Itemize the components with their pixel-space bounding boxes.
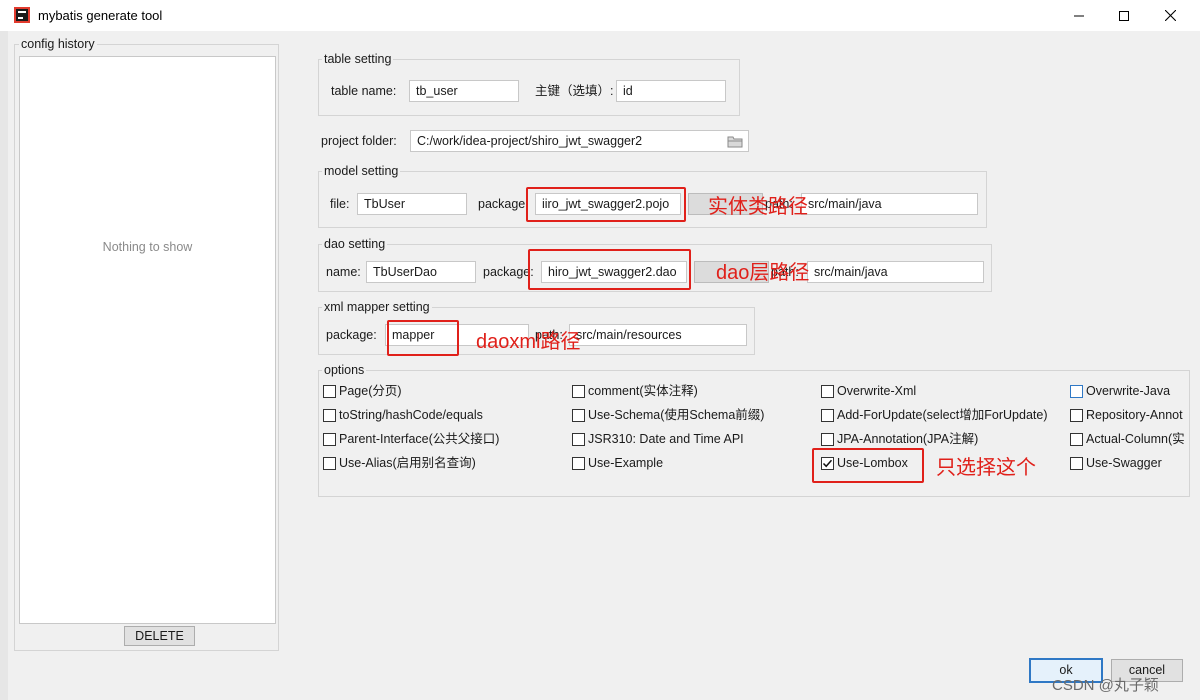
minimize-button[interactable] (1056, 0, 1102, 31)
checkbox-overwrite-java[interactable] (1070, 385, 1083, 398)
xml-package-label: package: (326, 328, 377, 342)
maximize-button[interactable] (1101, 0, 1147, 31)
minimize-icon (1074, 15, 1084, 16)
option-label: JSR310: Date and Time API (588, 432, 744, 446)
model-file-label: file: (330, 197, 350, 211)
option-label: Use-Swagger (1086, 456, 1162, 470)
checkbox-comment[interactable] (572, 385, 585, 398)
primary-key-label: 主键（选填）: (535, 84, 614, 98)
checkbox-add-forupdate[interactable] (821, 409, 834, 422)
checkbox-page[interactable] (323, 385, 336, 398)
annotation-box-model-package (526, 187, 686, 222)
annotation-box-dao-package (528, 249, 691, 290)
model-path-input[interactable]: src/main/java (801, 193, 978, 215)
config-history-list[interactable] (19, 56, 276, 624)
folder-open-icon[interactable] (727, 134, 743, 148)
checkbox-jsr310[interactable] (572, 433, 585, 446)
checkbox-parent-interface[interactable] (323, 433, 336, 446)
option-label: Parent-Interface(公共父接口) (339, 432, 500, 446)
maximize-icon (1119, 10, 1129, 21)
checkbox-use-alias[interactable] (323, 457, 336, 470)
option-label: Add-ForUpdate(select增加ForUpdate) (837, 408, 1048, 422)
dao-path-input[interactable]: src/main/java (807, 261, 984, 283)
checkbox-jpa-annotation[interactable] (821, 433, 834, 446)
project-folder-label: project folder: (321, 134, 397, 148)
option-label: Use-Example (588, 456, 664, 470)
checkbox-overwrite-xml[interactable] (821, 385, 834, 398)
table-name-label: table name: (331, 84, 397, 98)
empty-list-text: Nothing to show (102, 240, 193, 254)
background-window-edge (0, 31, 8, 700)
annotation-dao-path: dao层路径 (716, 262, 810, 284)
xml-mapper-setting-legend: xml mapper setting (322, 300, 432, 314)
config-history-legend: config history (19, 37, 97, 51)
option-label: toString/hashCode/equals (339, 408, 483, 422)
window-title: mybatis generate tool (38, 8, 163, 23)
primary-key-input[interactable]: id (616, 80, 726, 102)
checkbox-use-example[interactable] (572, 457, 585, 470)
option-label: Repository-Annot (1086, 408, 1183, 422)
model-setting-legend: model setting (322, 164, 401, 178)
option-label: Use-Schema(使用Schema前缀) (588, 408, 765, 422)
title-bar (0, 0, 1200, 31)
annotation-box-xml-package (387, 320, 459, 356)
checkbox-use-schema[interactable] (572, 409, 585, 422)
option-label: comment(实体注释) (588, 384, 698, 398)
checkbox-actual-column[interactable] (1070, 433, 1083, 446)
dao-package-label: package: (483, 265, 534, 279)
table-setting-legend: table setting (322, 52, 394, 66)
checkbox-tostring[interactable] (323, 409, 336, 422)
option-label: Actual-Column(实 (1086, 432, 1185, 446)
model-file-input[interactable]: TbUser (357, 193, 467, 215)
option-label: Overwrite-Xml (837, 384, 917, 398)
options-legend: options (322, 363, 367, 377)
option-label: JPA-Annotation(JPA注解) (837, 432, 979, 446)
close-icon (1164, 10, 1176, 21)
dao-name-label: name: (326, 265, 361, 279)
annotation-only-select: 只选择这个 (936, 457, 1036, 479)
option-label: Page(分页) (339, 384, 402, 398)
app-logo-icon (14, 7, 30, 23)
checkbox-use-swagger[interactable] (1070, 457, 1083, 470)
annotation-entity-path: 实体类路径 (708, 196, 808, 218)
annotation-daoxml-path: daoxml路径 (476, 331, 581, 353)
dao-name-input[interactable]: TbUserDao (366, 261, 476, 283)
delete-button[interactable]: DELETE (124, 626, 195, 646)
annotation-box-use-lombok (812, 448, 924, 483)
option-label: Overwrite-Java (1086, 384, 1171, 398)
watermark: CSDN @丸子颖 (1052, 677, 1159, 694)
model-package-label: package: (478, 197, 529, 211)
close-button[interactable] (1147, 0, 1193, 31)
xml-path-input[interactable]: src/main/resources (569, 324, 747, 346)
project-folder-input[interactable]: C:/work/idea-project/shiro_jwt_swagger2 (410, 130, 749, 152)
checkbox-repository-annotation[interactable] (1070, 409, 1083, 422)
dao-setting-legend: dao setting (322, 237, 388, 251)
table-name-input[interactable]: tb_user (409, 80, 519, 102)
option-label: Use-Alias(启用别名查询) (339, 456, 476, 470)
